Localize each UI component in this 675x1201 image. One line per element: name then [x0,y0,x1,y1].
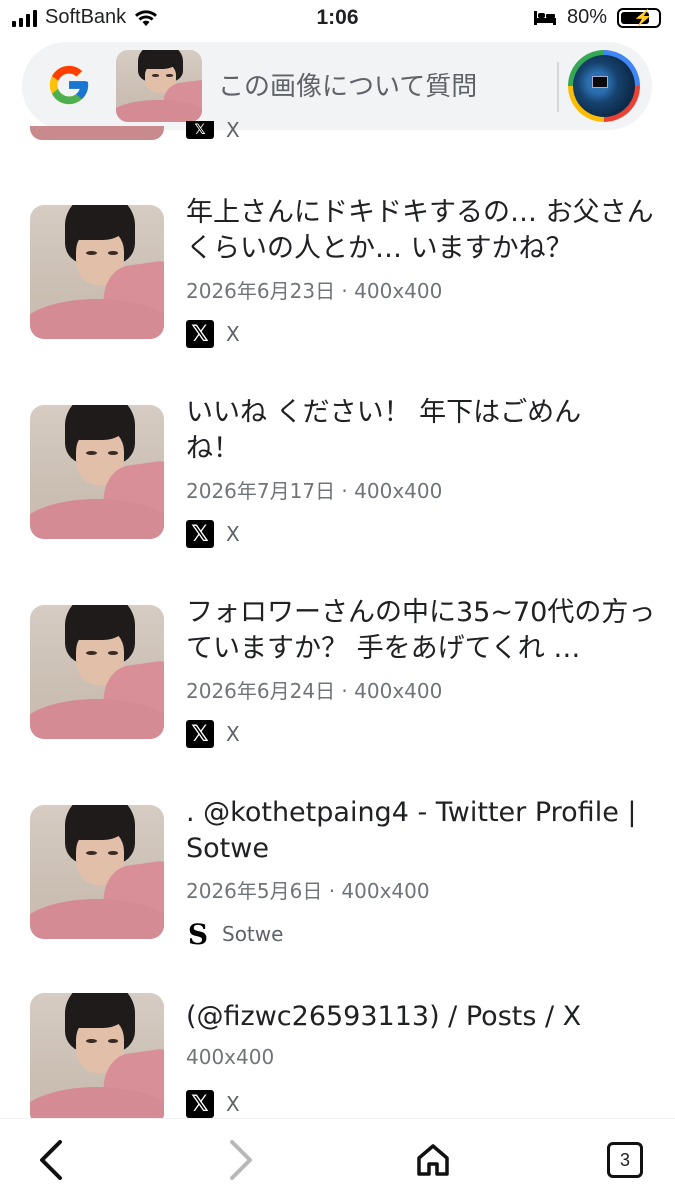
chevron-right-icon [230,1140,252,1180]
chevron-left-icon [40,1140,62,1180]
query-image-thumbnail[interactable] [116,50,202,122]
home-icon [417,1144,449,1176]
google-logo-icon[interactable] [46,62,92,108]
result-meta: 2026年5月6日 · 400x400 [186,879,430,903]
partial-result-thumbnail[interactable] [30,126,164,140]
result-source-name: X [226,1092,240,1116]
lens-search-bar[interactable]: この画像について質問 [22,42,652,130]
result-source: 𝕏 X [186,720,240,748]
status-bar: SoftBank 1:06 80% ⚡ [0,0,675,38]
x-logo-icon: 𝕏 [186,121,214,139]
result-source-name: X [226,722,240,746]
result-thumbnail[interactable] [30,205,164,339]
bottom-navigation: 3 [0,1118,675,1201]
result-thumbnail[interactable] [30,805,164,939]
partial-result-source: 𝕏 X [186,118,240,142]
result-source-name: X [226,522,240,546]
status-right: 80% ⚡ [533,6,661,29]
search-bar-divider [557,62,559,112]
x-logo-icon: 𝕏 [186,1090,214,1118]
back-button[interactable] [26,1135,76,1185]
result-meta: 400x400 [186,1045,275,1069]
result-meta: 2026年6月24日 · 400x400 [186,679,443,703]
result-meta: 2026年6月23日 · 400x400 [186,279,443,303]
tab-count-badge: 3 [607,1142,643,1178]
x-logo-icon: 𝕏 [186,520,214,548]
result-thumbnail[interactable] [30,405,164,539]
result-title[interactable]: . @kothetpaing4 - Twitter Profile | Sotw… [186,795,656,867]
tabs-button[interactable]: 3 [600,1135,650,1185]
result-source-name: Sotwe [222,922,284,946]
result-source: 𝕏 X [186,1090,240,1118]
result-thumbnail[interactable] [30,605,164,739]
result-meta: 2026年7月17日 · 400x400 [186,479,443,503]
result-thumbnail[interactable] [30,993,164,1127]
result-title[interactable]: 年上さんにドキドキするの… お父さんくらいの人とか… いますかね？ [186,195,656,267]
result-source: 𝕏 X [186,320,240,348]
ask-about-image-input[interactable]: この画像について質問 [218,66,477,103]
account-avatar[interactable] [568,50,640,122]
x-logo-icon: 𝕏 [186,720,214,748]
home-button[interactable] [408,1135,458,1185]
partial-source-name: X [226,118,240,142]
result-title[interactable]: いいね ください！ 年下はごめんね！ [186,395,616,467]
result-title[interactable]: (@fizwc26593113) / Posts / X [186,999,656,1035]
result-source: S Sotwe [186,917,284,951]
battery-charging-icon: ⚡ [617,7,661,28]
forward-button[interactable] [216,1135,266,1185]
result-source: 𝕏 X [186,520,240,548]
result-title[interactable]: フォロワーさんの中に35~70代の方っていますか？ 手をあげてくれ … [186,595,656,667]
sotwe-logo-icon: S [187,917,209,951]
sleep-mode-icon [533,10,556,25]
result-source-name: X [226,322,240,346]
x-logo-icon: 𝕏 [186,320,214,348]
battery-percent: 80% [566,6,607,28]
